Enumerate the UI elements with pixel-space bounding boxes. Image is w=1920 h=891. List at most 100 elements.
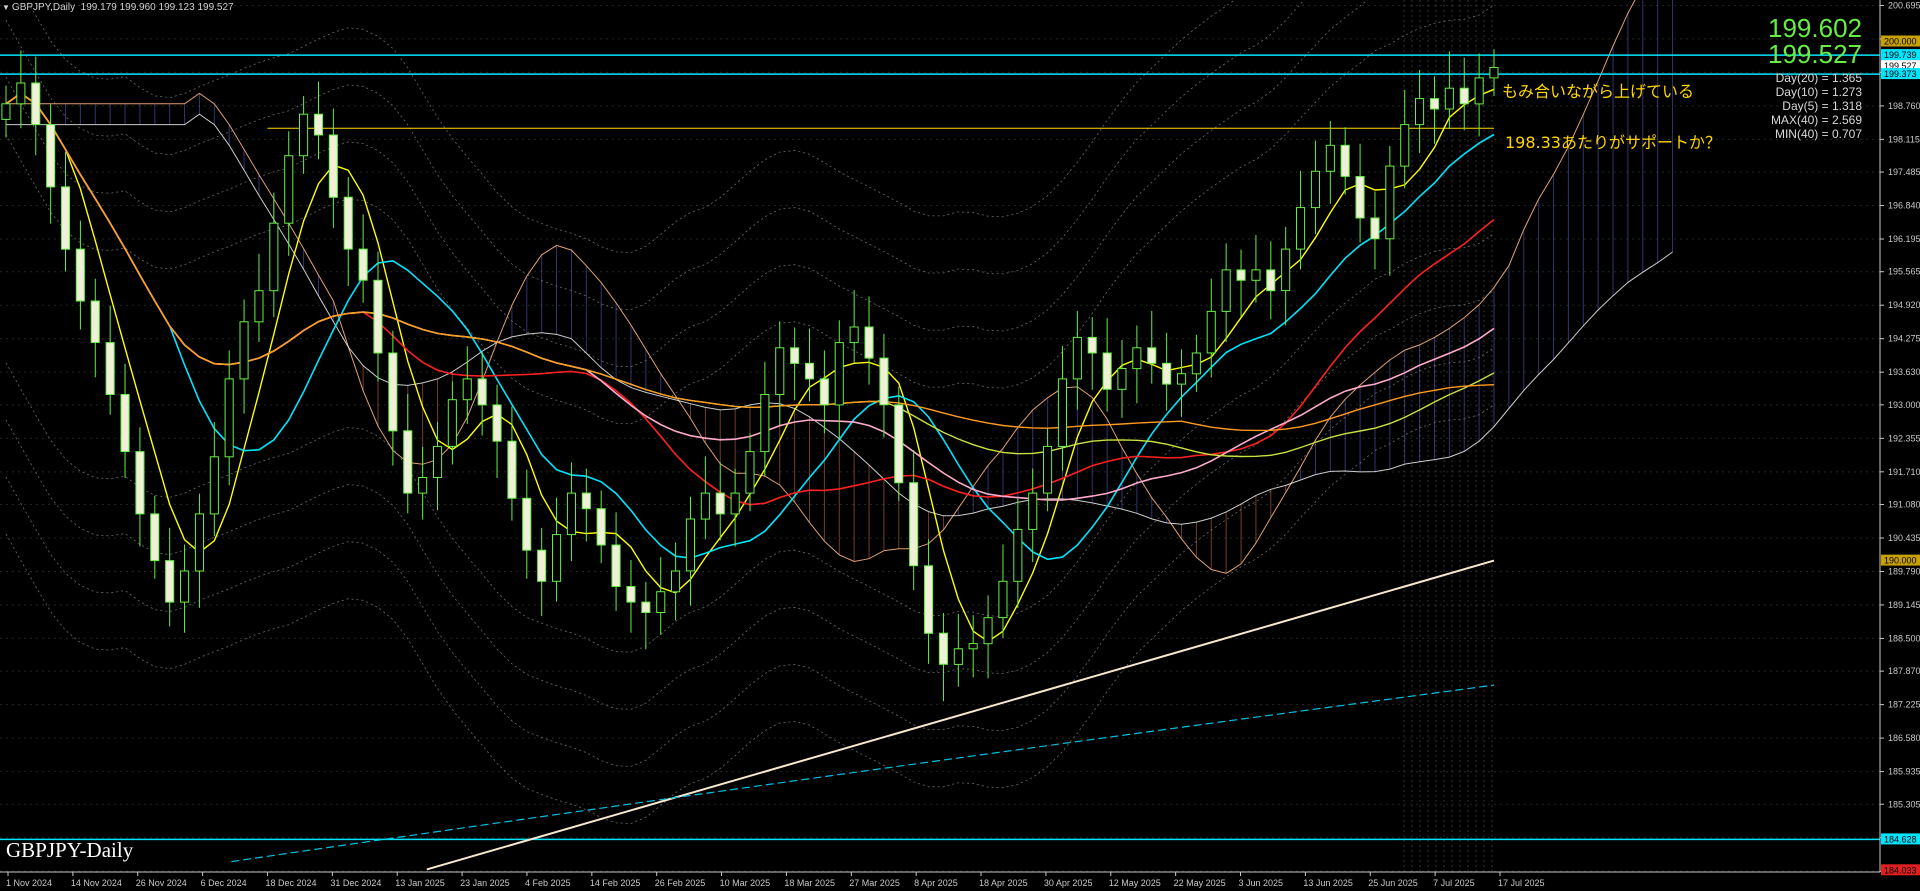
date-label: 26 Feb 2025 [655, 878, 706, 888]
candle-body [433, 445, 443, 478]
candle-body [1, 103, 11, 120]
candle-body [299, 113, 309, 157]
price-level-badge-label: 184.033 [1884, 865, 1917, 875]
candle-body [343, 196, 353, 250]
ask-price: 199.602 [1768, 13, 1862, 43]
date-label: 27 Mar 2025 [849, 878, 900, 888]
price-tick-label: 198.760 [1888, 101, 1920, 111]
candle-body [1147, 347, 1157, 364]
candle-body [1057, 378, 1068, 447]
candle-body [1355, 176, 1365, 219]
candle-body [284, 155, 294, 224]
candle-body [1400, 124, 1410, 167]
candle-body [194, 513, 204, 572]
candle-body [61, 186, 71, 250]
date-label: 18 Dec 2024 [265, 878, 316, 888]
candle-body [328, 134, 338, 198]
candle-body [135, 451, 145, 515]
candle-body [834, 342, 844, 406]
symbol-timeframe: GBPJPY,Daily [11, 2, 76, 13]
price-level-badge-label: 200.000 [1884, 37, 1917, 47]
candle-body [1013, 528, 1023, 582]
date-label: 17 Jul 2025 [1498, 878, 1545, 888]
candle-body [1251, 269, 1261, 281]
dropdown-triangle-icon[interactable]: ▼ [2, 3, 10, 12]
candle-body [1191, 352, 1201, 375]
candle-body [1385, 165, 1395, 240]
candle-body [165, 560, 175, 603]
date-label: 13 Jan 2025 [395, 878, 445, 888]
candle-body [462, 378, 472, 401]
candle-body [1340, 144, 1350, 177]
date-label: 4 Feb 2025 [525, 878, 571, 888]
candle-body [492, 404, 502, 442]
candle-body [1206, 310, 1216, 354]
price-tick-label: 196.840 [1888, 201, 1920, 211]
candle-body [209, 456, 219, 515]
candle-body [849, 326, 859, 344]
candle-body [552, 534, 562, 582]
candle-body [730, 492, 740, 515]
candle-body [31, 82, 41, 125]
candle-body [1177, 373, 1187, 385]
candle-body [775, 347, 785, 395]
candle-body [626, 586, 636, 603]
price-tick-label: 193.630 [1888, 367, 1920, 377]
candle-body [120, 394, 130, 453]
stat-min40: MIN(40) = 0.707 [1774, 127, 1862, 141]
date-label: 12 May 2025 [1109, 878, 1161, 888]
bid-price: 199.527 [1768, 39, 1862, 69]
stat-day5: Day(5) = 1.318 [1782, 99, 1862, 113]
date-label: 3 Jun 2025 [1239, 878, 1284, 888]
price-tick-label: 194.275 [1888, 334, 1920, 344]
candle-body [75, 248, 85, 302]
candle-body [1043, 445, 1053, 494]
date-label: 6 Dec 2024 [201, 878, 247, 888]
candle-body [388, 352, 398, 432]
candle-body [1415, 98, 1425, 126]
price-level-badge-label: 190.000 [1884, 556, 1917, 566]
stat-max40: MAX(40) = 2.569 [1770, 113, 1862, 127]
candle-body [641, 601, 651, 613]
candle-body [909, 482, 919, 567]
stat-day20: Day(20) = 1.365 [1775, 71, 1862, 85]
date-label: 18 Mar 2025 [784, 878, 835, 888]
candle-body [656, 591, 666, 614]
price-tick-label: 186.580 [1888, 733, 1920, 743]
price-tick-label: 189.145 [1888, 600, 1920, 610]
candle-body [715, 492, 725, 515]
date-label: 25 Jun 2025 [1368, 878, 1418, 888]
price-tick-label: 192.355 [1888, 433, 1920, 443]
candle-body [522, 497, 532, 551]
candle-body [358, 248, 368, 281]
candle-body [180, 570, 190, 603]
candle-body [983, 617, 993, 645]
price-tick-label: 194.920 [1888, 300, 1920, 310]
date-label: 1 Nov 2024 [6, 878, 52, 888]
candle-body [269, 222, 279, 292]
candle-body [1132, 347, 1142, 370]
candle-body [1310, 170, 1321, 209]
candle-body [805, 362, 815, 380]
price-tick-label: 197.485 [1888, 167, 1920, 177]
candle-body [1459, 87, 1469, 105]
candle-body [1102, 352, 1112, 390]
candle-body [537, 549, 547, 582]
candle-body [1370, 217, 1380, 240]
price-tick-label: 187.225 [1888, 700, 1920, 710]
candle-body [1087, 336, 1097, 354]
candle-body [819, 378, 829, 406]
price-tick-label: 191.080 [1888, 500, 1920, 510]
date-label: 7 Jul 2025 [1433, 878, 1475, 888]
candle-body [1474, 77, 1484, 105]
candle-body [313, 113, 323, 136]
price-tick-label: 185.935 [1888, 767, 1920, 777]
candle-body [507, 440, 517, 499]
candle-body [224, 378, 234, 458]
date-label: 30 Apr 2025 [1044, 878, 1093, 888]
candle-body [968, 643, 978, 650]
price-tick-label: 189.790 [1888, 566, 1920, 576]
price-tick-label: 196.195 [1888, 234, 1920, 244]
candle-body [46, 124, 56, 188]
candle-body [150, 513, 160, 562]
